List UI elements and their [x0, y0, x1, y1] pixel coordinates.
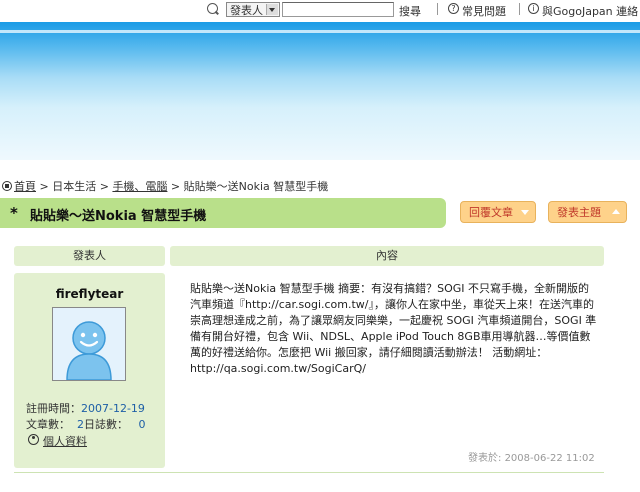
reg-value: 2007-12-19: [81, 402, 145, 415]
user-icon: [28, 434, 39, 445]
search-icon: [207, 3, 218, 14]
chevron-down-icon: [266, 4, 278, 15]
author-name[interactable]: fireflytear: [14, 287, 165, 301]
diary-value: 0: [138, 418, 146, 431]
posts-value: 2: [77, 418, 84, 431]
content-column-header: 內容: [170, 246, 604, 266]
banner-stripe: [0, 30, 640, 33]
breadcrumb-sep: >: [167, 180, 184, 193]
star-icon: *: [10, 204, 18, 222]
search-input[interactable]: [282, 2, 394, 17]
diary-label: 日誌數：: [84, 418, 128, 431]
thread-title: 貼貼樂～送Nokia 智慧型手機: [30, 209, 207, 224]
reply-button-label: 回覆文章: [469, 206, 513, 219]
toolbar-divider: [437, 3, 438, 15]
breadcrumb-current: 貼貼樂～送Nokia 智慧型手機: [183, 180, 329, 193]
post-timestamp: 發表於: 2008-06-22 11:02: [468, 449, 595, 464]
contact-link[interactable]: 與GogoJapan 連絡: [542, 3, 638, 19]
posted-label: 發表於:: [468, 453, 502, 464]
search-button[interactable]: 搜尋: [399, 3, 421, 19]
author-column-header: 發表人: [14, 246, 165, 266]
registration-info: 註冊時間：2007-12-19: [26, 400, 145, 416]
posted-time: 2008-06-22 11:02: [504, 453, 595, 464]
breadcrumb-sep: >: [36, 180, 53, 193]
smiley-avatar-icon: [53, 308, 125, 381]
breadcrumb-home[interactable]: 首頁: [14, 180, 36, 193]
search-scope-select[interactable]: 發表人: [226, 2, 280, 17]
breadcrumb-category[interactable]: 日本生活: [52, 180, 96, 193]
top-toolbar: 發表人 搜尋 ? 常見問題 i 與GogoJapan 連絡: [0, 0, 640, 22]
new-topic-button[interactable]: 發表主題: [548, 201, 627, 223]
info-icon: i: [528, 3, 539, 14]
new-topic-button-label: 發表主題: [557, 206, 601, 219]
posts-label: 文章數：: [26, 418, 70, 431]
author-panel: fireflytear 註冊時間：2007-12-19 文章數： 2日誌數： 0…: [14, 273, 165, 468]
faq-link[interactable]: 常見問題: [462, 3, 506, 19]
divider: [14, 472, 604, 473]
help-icon: ?: [448, 3, 459, 14]
home-icon: [2, 181, 12, 191]
breadcrumb-sep: >: [96, 180, 113, 193]
breadcrumb: 首頁 > 日本生活 > 手機、電腦 > 貼貼樂～送Nokia 智慧型手機: [2, 178, 328, 194]
post-count-info: 文章數： 2日誌數： 0: [26, 416, 146, 432]
breadcrumb-subcategory[interactable]: 手機、電腦: [112, 180, 167, 193]
chevron-up-icon: [612, 209, 620, 214]
search-scope-value: 發表人: [230, 4, 263, 17]
avatar[interactable]: [52, 307, 126, 381]
thread-title-bar: * 貼貼樂～送Nokia 智慧型手機: [0, 198, 446, 228]
post-body: 貼貼樂～送Nokia 智慧型手機 摘要：有沒有搞錯？SOGI 不只寫手機，全新開…: [190, 282, 597, 375]
toolbar-divider: [519, 3, 520, 15]
reply-button[interactable]: 回覆文章: [460, 201, 536, 223]
header-banner: [0, 22, 640, 160]
chevron-down-icon: [521, 210, 529, 215]
profile-link[interactable]: 個人資料: [43, 433, 87, 449]
reg-label: 註冊時間：: [26, 402, 81, 415]
